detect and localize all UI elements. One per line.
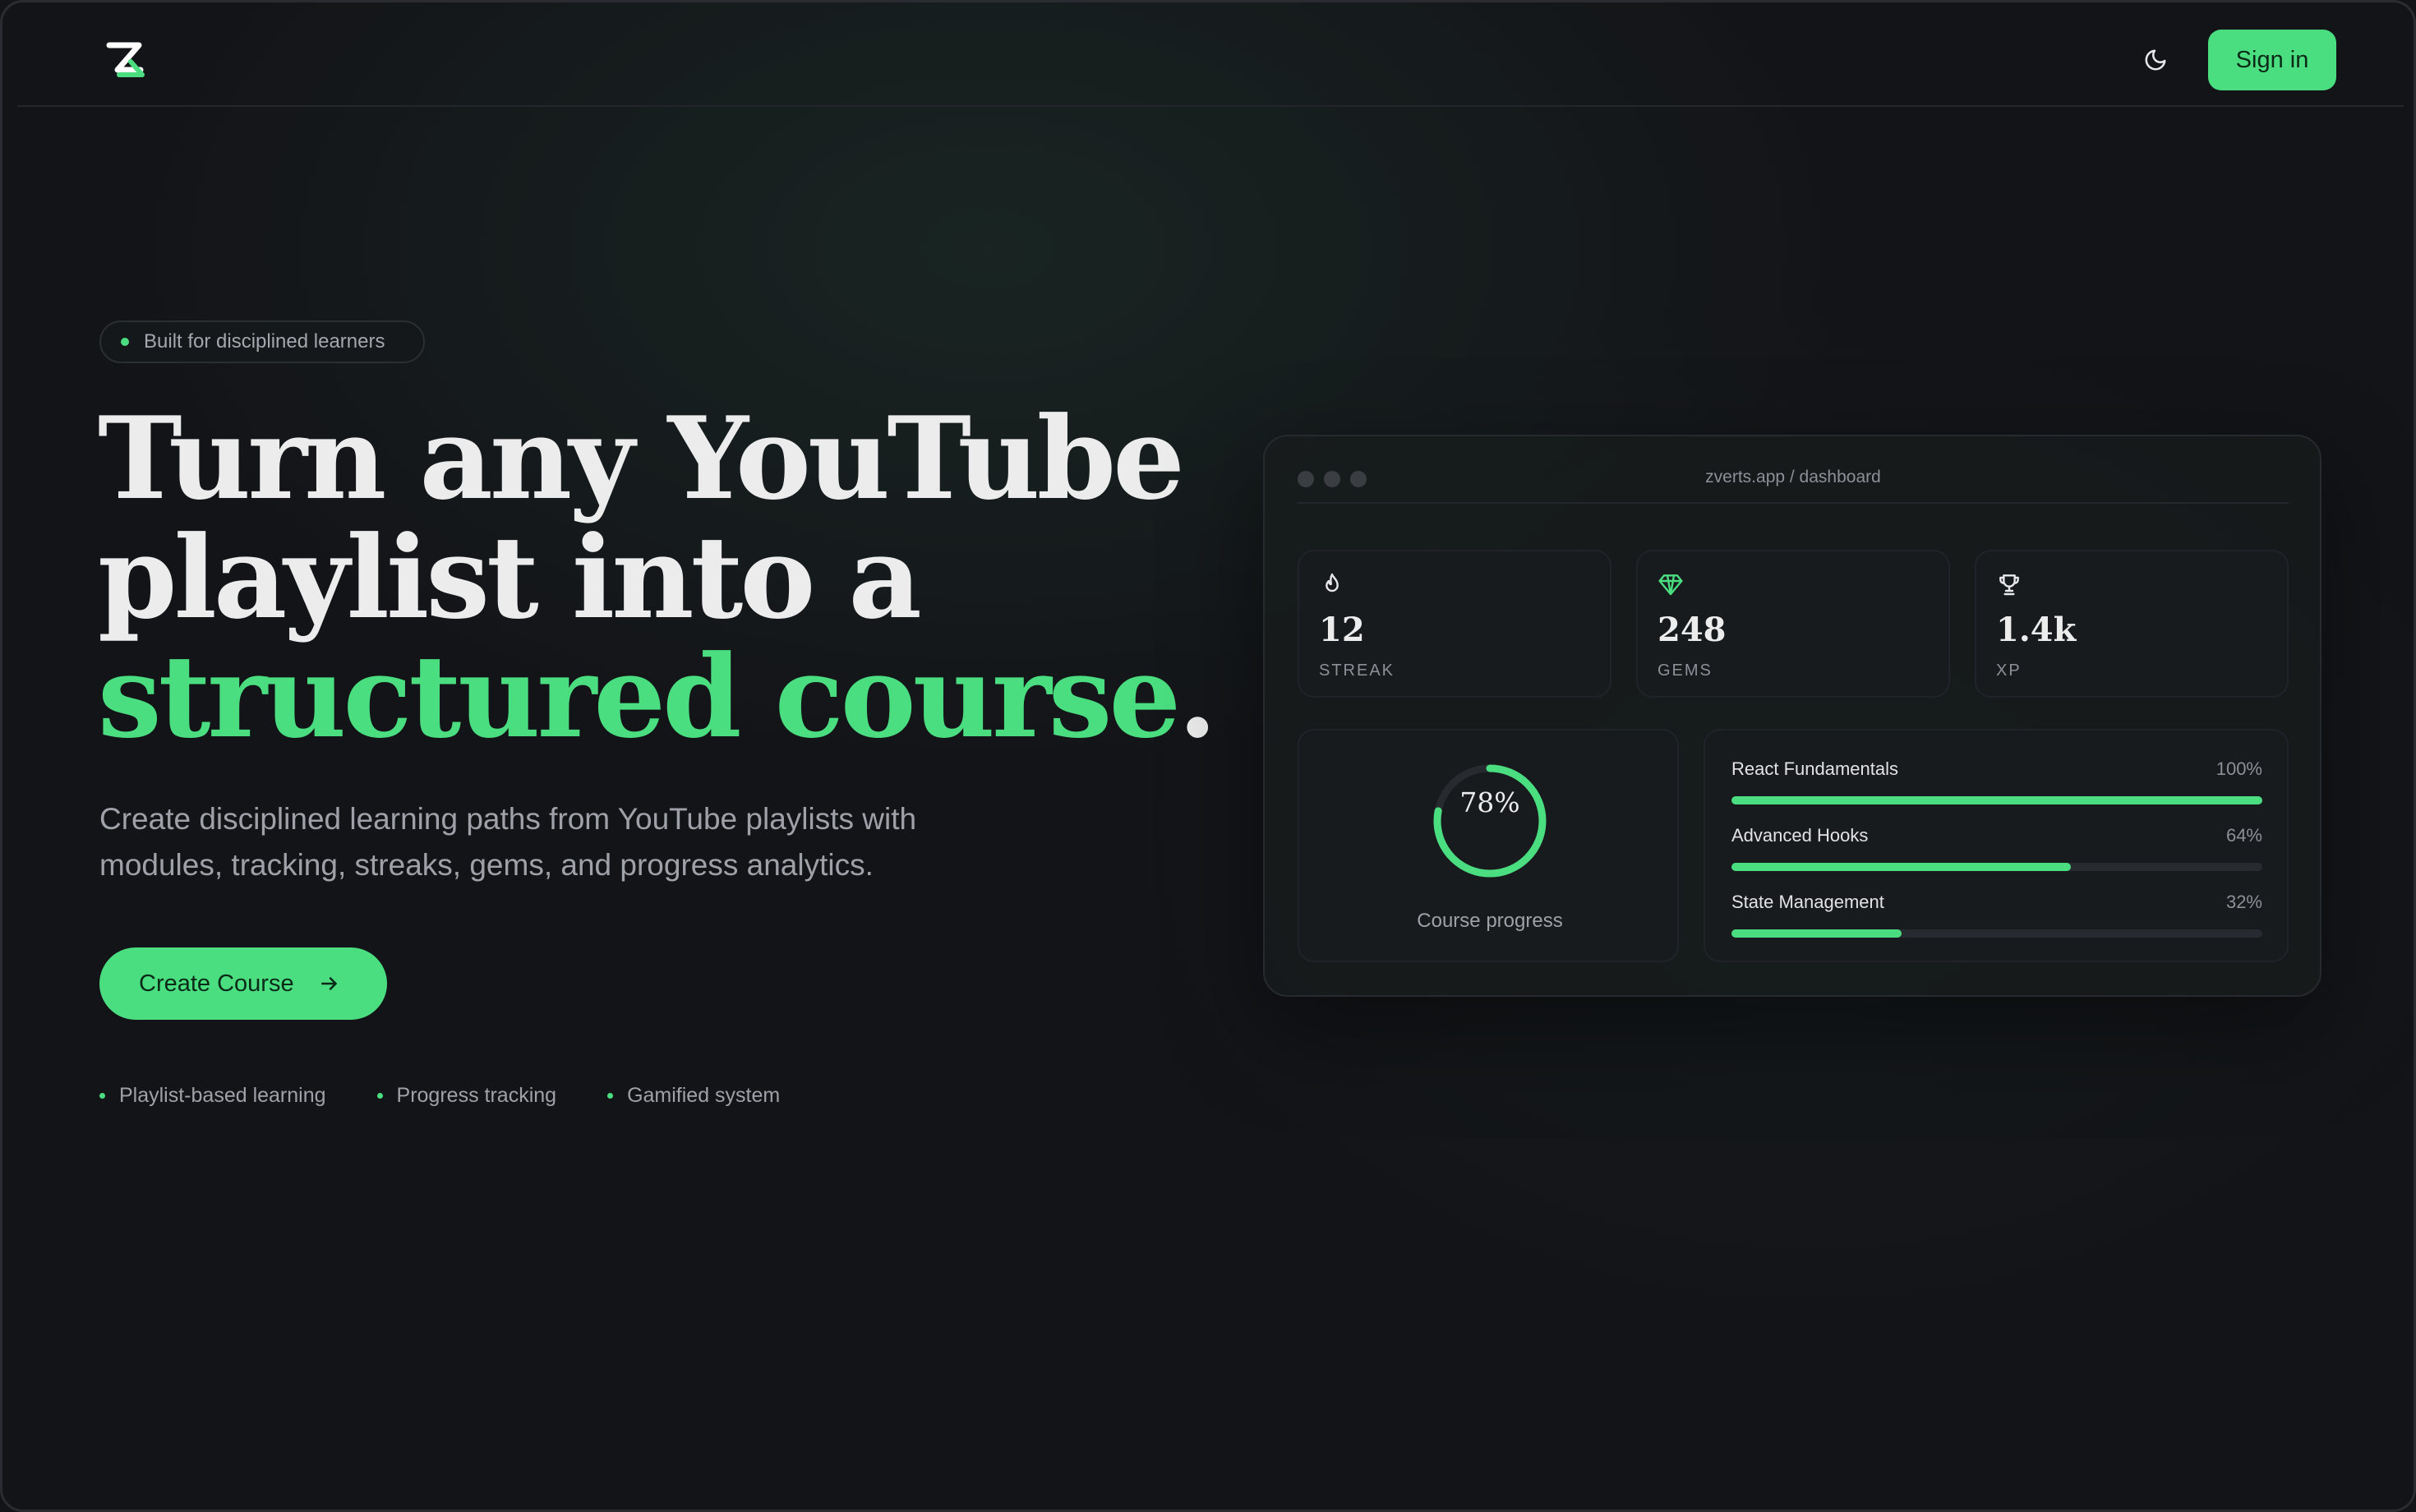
stat-label: XP: [1996, 662, 2022, 680]
module-percent: 100%: [2215, 758, 2262, 779]
module-row: Advanced Hooks 64%: [1731, 825, 2262, 874]
feature-label: Gamified system: [627, 1084, 781, 1107]
gem-icon: [1658, 571, 1684, 597]
progress-caption: Course progress: [1417, 910, 1563, 932]
dashboard-preview: zverts.app / dashboard 12 STREAK 248 GEM…: [1263, 435, 2321, 997]
hero-title-line1: Turn any YouTube: [98, 391, 1185, 525]
stat-card-xp: 1.4k XP: [1975, 550, 2289, 698]
module-bar-fill: [1731, 929, 1902, 938]
module-bar-track: [1731, 863, 2262, 871]
hero-badge-text: Built for disciplined learners: [144, 330, 385, 353]
stat-label: STREAK: [1319, 662, 1395, 680]
module-bar-track: [1731, 929, 2262, 938]
trophy-icon: [1996, 571, 2022, 597]
top-nav: Sign in: [17, 2, 2404, 107]
feature-bullet: [99, 1093, 105, 1099]
module-bar-fill: [1731, 796, 2262, 804]
module-percent: 32%: [2225, 892, 2262, 912]
module-bar-fill: [1731, 863, 2072, 871]
dashboard-titlebar: zverts.app / dashboard: [1298, 458, 2289, 504]
arrow-right-icon: [319, 973, 340, 994]
page-frame: Sign in Built for disciplined learners T…: [0, 0, 2416, 1512]
hero-title-line2: playlist into a: [98, 510, 922, 644]
flame-icon: [1319, 571, 1345, 597]
sign-in-button[interactable]: Sign in: [2208, 30, 2336, 90]
feature-label: Progress tracking: [396, 1084, 557, 1107]
module-row: React Fundamentals 100%: [1731, 758, 2262, 808]
stat-card-streak: 12 STREAK: [1298, 550, 1611, 698]
feature-item: Progress tracking: [376, 1084, 557, 1108]
hero-title-accent: structured course: [98, 629, 1181, 763]
dashboard-url: zverts.app / dashboard: [1705, 468, 1881, 486]
stat-value: 12: [1319, 611, 1365, 649]
hero-title-period: .: [1178, 629, 1217, 763]
module-bar-track: [1731, 796, 2262, 804]
feature-list: Playlist-based learning Progress trackin…: [99, 1084, 831, 1108]
module-name: Advanced Hooks: [1731, 825, 1869, 846]
feature-label: Playlist-based learning: [119, 1084, 326, 1107]
module-percent: 64%: [2225, 825, 2262, 846]
stat-card-gems: 248 GEMS: [1636, 550, 1950, 698]
progress-ring: [1433, 764, 1547, 878]
module-row: State Management 32%: [1731, 892, 2262, 941]
theme-toggle-moon-icon[interactable]: [2136, 40, 2175, 80]
hero-badge: Built for disciplined learners: [99, 320, 425, 363]
hero-title: Turn any YouTube playlist into a structu…: [98, 399, 1217, 756]
stat-value: 248: [1658, 611, 1727, 649]
create-course-label: Create Course: [139, 970, 294, 997]
stat-label: GEMS: [1658, 662, 1713, 680]
module-name: State Management: [1731, 892, 1884, 912]
badge-dot: [121, 338, 129, 346]
feature-item: Gamified system: [607, 1084, 780, 1108]
feature-bullet: [607, 1093, 614, 1099]
logo-icon[interactable]: [106, 42, 145, 78]
course-progress-card: 78% Course progress: [1298, 729, 1679, 962]
feature-item: Playlist-based learning: [99, 1084, 326, 1108]
module-name: React Fundamentals: [1731, 758, 1898, 779]
stat-value: 1.4k: [1996, 611, 2077, 649]
create-course-button[interactable]: Create Course: [99, 947, 387, 1020]
module-progress-card: React Fundamentals 100% Advanced Hooks 6…: [1704, 729, 2289, 962]
feature-bullet: [376, 1093, 383, 1099]
hero-subtitle: Create disciplined learning paths from Y…: [99, 802, 917, 882]
progress-percent: 78%: [1459, 786, 1520, 818]
